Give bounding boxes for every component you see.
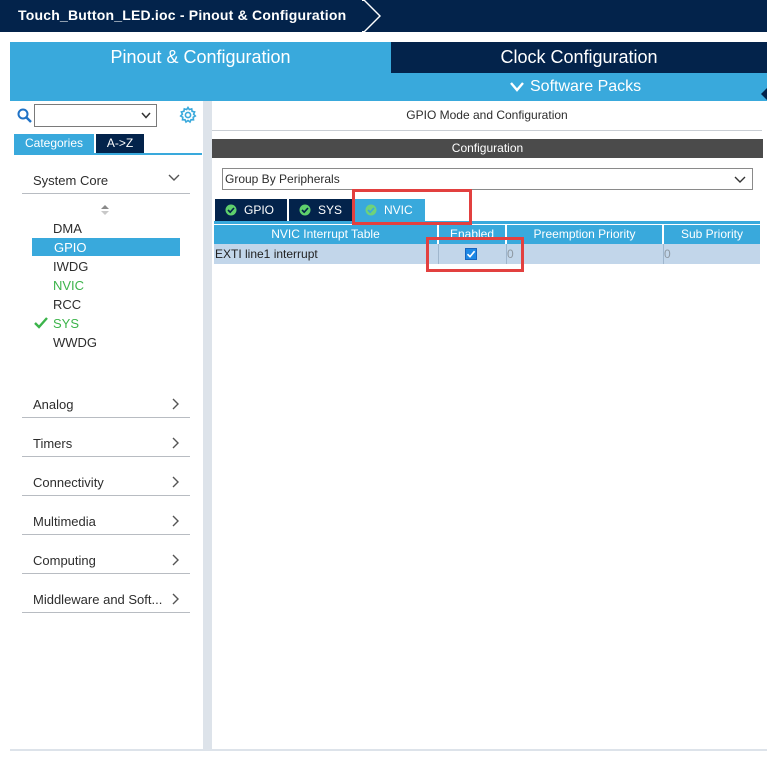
- peripheral-item-sys[interactable]: SYS: [53, 316, 79, 331]
- chevron-right-icon: [172, 554, 179, 566]
- category-label: Analog: [33, 397, 74, 412]
- breadcrumb: Touch_Button_LED.ioc - Pinout & Configur…: [0, 0, 767, 32]
- chevron-right-icon: [172, 476, 179, 488]
- software-packs-button[interactable]: Software Packs: [510, 77, 641, 97]
- tab-label: GPIO: [244, 203, 275, 217]
- category-multimedia[interactable]: Multimedia: [22, 509, 190, 535]
- category-computing[interactable]: Computing: [22, 548, 190, 574]
- software-packs-bar: Software Packs: [10, 73, 767, 101]
- search-icon[interactable]: [17, 108, 33, 124]
- scroll-down-arrow-icon[interactable]: [760, 87, 767, 101]
- column-header-sub-priority[interactable]: Sub Priority: [664, 225, 760, 244]
- chevron-down-icon: [510, 82, 524, 92]
- column-header-preemption[interactable]: Preemption Priority: [507, 225, 662, 244]
- category-label: Timers: [33, 436, 73, 451]
- peripheral-item-nvic[interactable]: NVIC: [53, 278, 84, 293]
- category-label: Computing: [33, 553, 96, 568]
- tab-underline: [214, 221, 760, 224]
- breadcrumb-chevron-icon: [362, 0, 381, 32]
- sub-priority-value[interactable]: 0: [664, 247, 671, 261]
- search-dropdown-chevron-icon[interactable]: [141, 112, 151, 119]
- chevron-right-icon: [172, 593, 179, 605]
- category-label: Connectivity: [33, 475, 104, 490]
- tab-gpio[interactable]: GPIO: [215, 199, 287, 221]
- tab-label: SYS: [318, 203, 343, 217]
- category-system-core[interactable]: System Core: [22, 168, 190, 194]
- peripheral-item-iwdg[interactable]: IWDG: [53, 259, 88, 274]
- column-header-interrupt[interactable]: NVIC Interrupt Table: [214, 225, 437, 244]
- view-tab-underline: [14, 153, 202, 155]
- tab-pinout-configuration[interactable]: Pinout & Configuration: [10, 42, 391, 73]
- divider: [212, 130, 762, 131]
- chevron-right-icon: [172, 437, 179, 449]
- category-connectivity[interactable]: Connectivity: [22, 470, 190, 496]
- mode-title: GPIO Mode and Configuration: [406, 108, 568, 122]
- chevron-down-icon: [168, 174, 180, 181]
- category-label: Multimedia: [33, 514, 96, 529]
- category-analog[interactable]: Analog: [22, 392, 190, 418]
- app-window: Touch_Button_LED.ioc - Pinout & Configur…: [0, 0, 767, 761]
- category-label: System Core: [33, 173, 109, 188]
- software-packs-label: Software Packs: [530, 78, 642, 95]
- chevron-right-icon: [172, 398, 179, 410]
- check-circle-icon: [299, 204, 311, 216]
- categories-panel: [10, 101, 203, 749]
- category-middleware[interactable]: Middleware and Soft...: [22, 587, 190, 613]
- category-label: Middleware and Soft...: [33, 592, 163, 607]
- peripheral-item-dma[interactable]: DMA: [53, 221, 82, 236]
- sort-icon[interactable]: [100, 204, 110, 216]
- tab-categories[interactable]: Categories: [14, 134, 94, 153]
- peripheral-item-rcc[interactable]: RCC: [53, 297, 81, 312]
- tab-sys[interactable]: SYS: [289, 199, 352, 221]
- group-by-value: Group By Peripherals: [225, 172, 340, 186]
- peripheral-item-gpio[interactable]: GPIO: [54, 240, 87, 255]
- tab-clock-configuration[interactable]: Clock Configuration: [391, 42, 767, 73]
- interrupt-name: EXTI line1 interrupt: [215, 247, 318, 261]
- peripheral-item-wwdg[interactable]: WWDG: [53, 335, 97, 350]
- breadcrumb-title[interactable]: Touch_Button_LED.ioc - Pinout & Configur…: [18, 7, 346, 23]
- annotation-highlight-box: [426, 237, 524, 272]
- chevron-down-icon: [734, 176, 746, 183]
- configuration-title: Configuration: [212, 139, 763, 158]
- tab-a-to-z[interactable]: A->Z: [96, 134, 144, 153]
- category-timers[interactable]: Timers: [22, 431, 190, 457]
- check-icon: [34, 317, 48, 329]
- annotation-highlight-box: [352, 189, 472, 225]
- gear-icon[interactable]: [179, 106, 197, 124]
- search-input[interactable]: [34, 104, 157, 127]
- chevron-right-icon: [172, 515, 179, 527]
- group-by-select[interactable]: Group By Peripherals: [222, 168, 753, 190]
- check-circle-icon: [225, 204, 237, 216]
